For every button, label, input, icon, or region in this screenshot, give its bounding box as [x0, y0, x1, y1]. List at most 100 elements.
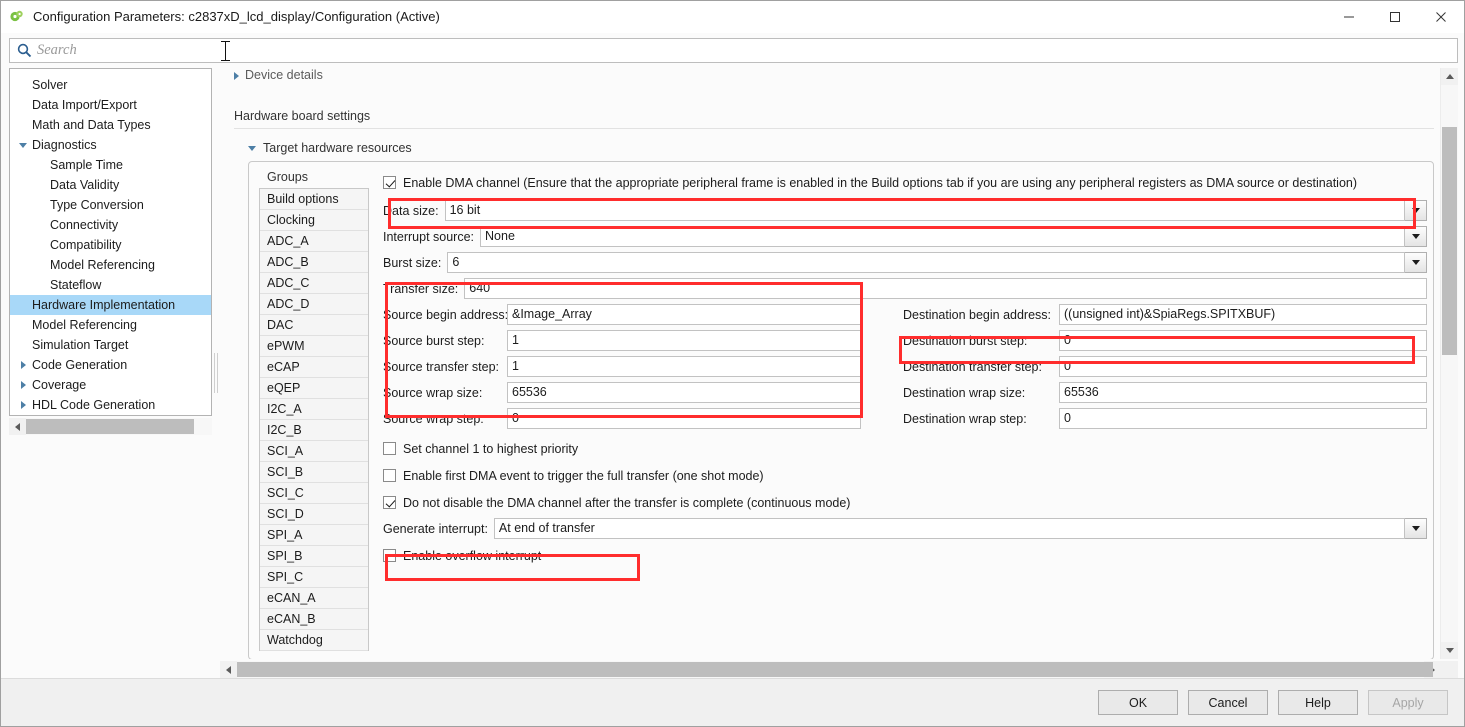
horizontal-scroll-track[interactable] [237, 661, 1433, 678]
search-input[interactable] [37, 42, 1457, 59]
vertical-scroll-track[interactable] [1441, 85, 1458, 642]
group-item-ecap[interactable]: eCAP [260, 357, 368, 378]
burst-size-dropdown-arrow[interactable] [1405, 252, 1427, 273]
group-item-spi-b[interactable]: SPI_B [260, 546, 368, 567]
settings-tree[interactable]: Solver Data Import/Export Math and Data Ty… [9, 68, 212, 416]
group-item-sci-c[interactable]: SCI_C [260, 483, 368, 504]
group-item-adc-a[interactable]: ADC_A [260, 231, 368, 252]
close-button[interactable] [1418, 1, 1464, 32]
source-wrap-step-input[interactable]: 0 [507, 408, 861, 429]
help-button[interactable]: Help [1278, 690, 1358, 715]
tree-item-diagnostics[interactable]: Diagnostics [10, 135, 211, 155]
group-item-adc-d[interactable]: ADC_D [260, 294, 368, 315]
group-item-sci-a[interactable]: SCI_A [260, 441, 368, 462]
set-channel-priority-row[interactable]: Set channel 1 to highest priority [383, 437, 1427, 460]
generate-interrupt-combo[interactable]: At end of transfer [493, 518, 1427, 539]
destination-wrap-size-input[interactable]: 65536 [1059, 382, 1427, 403]
scroll-down-button[interactable] [1441, 642, 1458, 659]
tree-item-model-referencing[interactable]: Model Referencing [10, 255, 211, 275]
source-begin-address-input[interactable]: &Image_Array [507, 304, 861, 325]
one-shot-mode-checkbox[interactable] [383, 469, 396, 482]
group-item-spi-a[interactable]: SPI_A [260, 525, 368, 546]
scroll-left-button[interactable] [220, 661, 237, 678]
tree-item-model-referencing[interactable]: Model Referencing [10, 315, 211, 335]
group-item-sci-d[interactable]: SCI_D [260, 504, 368, 525]
generate-interrupt-dropdown-arrow[interactable] [1405, 518, 1427, 539]
destination-wrap-step-input[interactable]: 0 [1059, 408, 1427, 429]
content-vertical-scrollbar[interactable] [1440, 68, 1458, 659]
minimize-button[interactable] [1326, 1, 1372, 32]
group-item-adc-c[interactable]: ADC_C [260, 273, 368, 294]
group-item-eqep[interactable]: eQEP [260, 378, 368, 399]
continuous-mode-row[interactable]: Do not disable the DMA channel after the… [383, 491, 1427, 514]
tree-item-simulation-target[interactable]: Simulation Target [10, 335, 211, 355]
chevron-down-icon[interactable] [16, 142, 30, 148]
destination-begin-address-input[interactable]: ((unsigned int)&SpiaRegs.SPITXBUF) [1059, 304, 1427, 325]
group-item-sci-b[interactable]: SCI_B [260, 462, 368, 483]
tree-scroll-left-button[interactable] [9, 418, 26, 435]
tree-item-hardware-implementation[interactable]: Hardware Implementation [10, 295, 211, 315]
tree-horizontal-scrollbar[interactable] [9, 418, 212, 435]
group-item-epwm[interactable]: ePWM [260, 336, 368, 357]
horizontal-scroll-thumb[interactable] [237, 662, 1433, 677]
enable-overflow-interrupt-row[interactable]: Enable overflow interrupt [383, 544, 1427, 567]
group-item-clocking[interactable]: Clocking [260, 210, 368, 231]
tree-item-compatibility[interactable]: Compatibility [10, 235, 211, 255]
burst-size-input[interactable]: 6 [447, 252, 1405, 273]
continuous-mode-checkbox[interactable] [383, 496, 396, 509]
source-transfer-step-input[interactable]: 1 [507, 356, 861, 377]
burst-size-combo[interactable]: 6 [447, 252, 1427, 273]
group-item-ecan-b[interactable]: eCAN_B [260, 609, 368, 630]
target-hardware-resources-section[interactable]: Target hardware resources [248, 141, 1440, 155]
enable-dma-checkbox[interactable] [383, 176, 396, 189]
tree-scroll-thumb[interactable] [26, 419, 194, 434]
apply-button[interactable]: Apply [1368, 690, 1448, 715]
tree-item-code-generation[interactable]: Code Generation [10, 355, 211, 375]
chevron-right-icon[interactable] [16, 401, 30, 409]
tree-item-connectivity[interactable]: Connectivity [10, 215, 211, 235]
chevron-right-icon[interactable] [16, 381, 30, 389]
group-item-build-options[interactable]: Build options [260, 189, 368, 210]
group-item-ecan-a[interactable]: eCAN_A [260, 588, 368, 609]
group-item-watchdog[interactable]: Watchdog [260, 630, 368, 651]
group-item-adc-b[interactable]: ADC_B [260, 252, 368, 273]
destination-burst-step-input[interactable]: 0 [1059, 330, 1427, 351]
one-shot-mode-row[interactable]: Enable first DMA event to trigger the fu… [383, 464, 1427, 487]
group-item-i2c-a[interactable]: I2C_A [260, 399, 368, 420]
ok-button[interactable]: OK [1098, 690, 1178, 715]
group-item-dac[interactable]: DAC [260, 315, 368, 336]
destination-transfer-step-input[interactable]: 0 [1059, 356, 1427, 377]
enable-overflow-interrupt-checkbox[interactable] [383, 549, 396, 562]
data-size-combo[interactable]: 16 bit [444, 200, 1427, 221]
tree-item-type-conversion[interactable]: Type Conversion [10, 195, 211, 215]
data-size-dropdown-arrow[interactable] [1405, 200, 1427, 221]
content-horizontal-scrollbar[interactable] [220, 661, 1458, 678]
tree-item-data-validity[interactable]: Data Validity [10, 175, 211, 195]
source-burst-step-input[interactable]: 1 [507, 330, 861, 351]
tree-item-sample-time[interactable]: Sample Time [10, 155, 211, 175]
panel-splitter[interactable] [212, 68, 220, 678]
generate-interrupt-value[interactable]: At end of transfer [493, 518, 1405, 539]
tree-item-hdl-code-generation[interactable]: HDL Code Generation [10, 395, 211, 415]
device-details-section[interactable]: Device details [234, 68, 1440, 82]
enable-dma-row[interactable]: Enable DMA channel (Ensure that the appr… [383, 172, 1427, 193]
transfer-size-input[interactable]: 640 [464, 278, 1427, 299]
cancel-button[interactable]: Cancel [1188, 690, 1268, 715]
group-item-spi-c[interactable]: SPI_C [260, 567, 368, 588]
groups-list[interactable]: Build options Clocking ADC_A ADC_B ADC_C ADC_… [259, 188, 369, 651]
vertical-scroll-thumb[interactable] [1442, 127, 1457, 355]
tree-item-solver[interactable]: Solver [10, 75, 211, 95]
source-wrap-size-input[interactable]: 65536 [507, 382, 861, 403]
interrupt-source-combo[interactable]: None [480, 226, 1427, 247]
tree-item-data-import-export[interactable]: Data Import/Export [10, 95, 211, 115]
tree-scroll-track[interactable] [26, 418, 212, 435]
chevron-right-icon[interactable] [16, 361, 30, 369]
interrupt-source-dropdown-arrow[interactable] [1405, 226, 1427, 247]
maximize-button[interactable] [1372, 1, 1418, 32]
group-item-i2c-b[interactable]: I2C_B [260, 420, 368, 441]
data-size-value[interactable]: 16 bit [444, 200, 1405, 221]
interrupt-source-value[interactable]: None [480, 226, 1405, 247]
tree-item-coverage[interactable]: Coverage [10, 375, 211, 395]
tree-item-stateflow[interactable]: Stateflow [10, 275, 211, 295]
scroll-up-button[interactable] [1441, 68, 1458, 85]
